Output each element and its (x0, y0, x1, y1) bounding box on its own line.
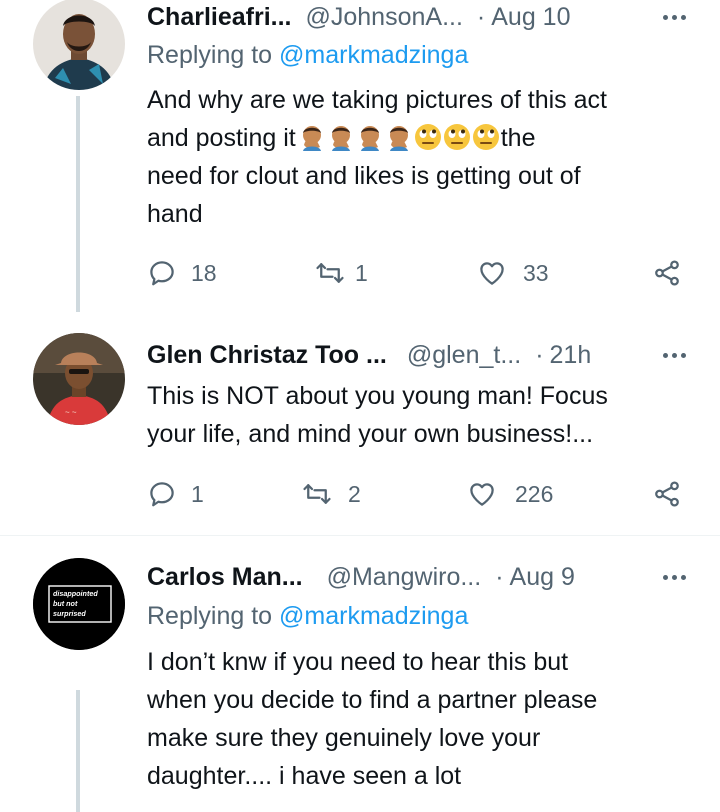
tweet-text: This is NOT about you young man! Focus y… (147, 377, 692, 453)
reply-icon (150, 261, 174, 286)
tweet-header: Glen Christaz Too ... @glen_t... · 21h (147, 338, 720, 372)
like-count: 33 (523, 259, 549, 286)
tweet[interactable]: Charlieafri... @JohnsonA... · Aug 10 Rep… (0, 0, 720, 320)
tweet-text: I don’t knw if you need to hear this but… (147, 643, 692, 795)
separator-dot: · (495, 562, 504, 591)
display-name[interactable]: Charlieafri... (147, 3, 292, 32)
text-line: This is NOT about you young man! Focus (147, 382, 608, 410)
reply-count: 18 (191, 259, 217, 286)
retweet-icon (316, 263, 344, 283)
mention-link[interactable]: @markmadzinga (279, 602, 468, 630)
share-button[interactable] (652, 256, 682, 290)
facepalm-emoji (356, 123, 384, 151)
share-button[interactable] (652, 477, 682, 511)
facepalm-emoji (298, 123, 326, 151)
tweet-date[interactable]: Aug 9 (510, 563, 575, 592)
replying-to: Replying to @markmadzinga (147, 41, 468, 70)
separator-dot: · (476, 2, 486, 31)
heart-icon (470, 483, 494, 506)
more-icon[interactable] (663, 338, 686, 372)
retweet-count: 2 (348, 480, 361, 507)
text-line: And why are we taking pictures of this a… (147, 86, 607, 114)
retweet-button[interactable]: 1 (315, 256, 368, 290)
user-handle[interactable]: @Mangwiro... (327, 563, 482, 592)
replying-prefix: Replying to (147, 41, 273, 69)
retweet-button[interactable]: 2 (302, 477, 361, 511)
text-fragment: the (500, 124, 536, 152)
facepalm-emoji (385, 123, 413, 151)
eye-roll-emoji (414, 123, 442, 151)
share-icon (655, 481, 679, 507)
text-line: need for clout and likes is getting out … (147, 162, 581, 190)
text-fragment: and posting it (147, 124, 296, 152)
avatar[interactable]: ~ ~ (33, 333, 125, 425)
more-icon[interactable] (663, 560, 686, 594)
avatar-text: disappointed (53, 589, 98, 598)
like-button[interactable]: 226 (467, 477, 553, 511)
heart-icon (480, 262, 504, 285)
like-button[interactable]: 33 (477, 256, 549, 290)
eye-roll-emoji (443, 123, 471, 151)
display-name[interactable]: Carlos Man... (147, 563, 303, 592)
retweet-count: 1 (355, 259, 368, 286)
eye-roll-emoji (472, 123, 500, 151)
text-line: hand (147, 200, 203, 228)
reply-icon (150, 482, 174, 507)
tweet-actions: 1 2 226 (147, 477, 692, 511)
text-line: I don’t knw if you need to hear this but (147, 648, 569, 676)
reply-button[interactable]: 1 (147, 477, 204, 511)
user-handle[interactable]: @JohnsonA... (306, 3, 463, 32)
reply-button[interactable]: 18 (147, 256, 217, 290)
replying-prefix: Replying to (147, 602, 273, 630)
avatar-text: surprised (53, 609, 86, 618)
mention-link[interactable]: @markmadzinga (279, 41, 468, 69)
tweet-date[interactable]: 21h (550, 341, 592, 370)
avatar[interactable] (33, 0, 125, 90)
tweet-text: And why are we taking pictures of this a… (147, 81, 692, 233)
tweet-header: Charlieafri... @JohnsonA... · Aug 10 (147, 0, 720, 34)
display-name[interactable]: Glen Christaz Too ... (147, 341, 387, 370)
like-count: 226 (515, 480, 554, 507)
replying-to: Replying to @markmadzinga (147, 602, 468, 631)
share-icon (655, 260, 679, 286)
text-line: your life, and mind your own business!..… (147, 420, 594, 448)
text-line: daughter.... i have seen a lot (147, 762, 462, 790)
user-handle[interactable]: @glen_t... (407, 341, 521, 370)
more-icon[interactable] (663, 0, 686, 34)
tweet[interactable]: disappointed but not surprised Carlos Ma… (0, 536, 720, 812)
avatar[interactable]: disappointed but not surprised (33, 558, 125, 650)
facepalm-emoji (327, 123, 355, 151)
tweet-header: Carlos Man... @Mangwiro... · Aug 9 (147, 560, 720, 594)
text-line: and posting it the (147, 119, 692, 157)
avatar-text: but not (53, 599, 78, 608)
reply-count: 1 (191, 480, 204, 507)
svg-text:~ ~: ~ ~ (65, 408, 77, 417)
tweet-actions: 18 1 33 (147, 256, 692, 290)
tweet-date[interactable]: Aug 10 (491, 3, 570, 32)
text-line: make sure they genuinely love your (147, 724, 541, 752)
text-line: when you decide to find a partner please (147, 686, 598, 714)
tweet[interactable]: ~ ~ Glen Christaz Too ... @glen_t... · 2… (0, 320, 720, 535)
retweet-icon (303, 484, 331, 504)
separator-dot: · (535, 340, 544, 369)
